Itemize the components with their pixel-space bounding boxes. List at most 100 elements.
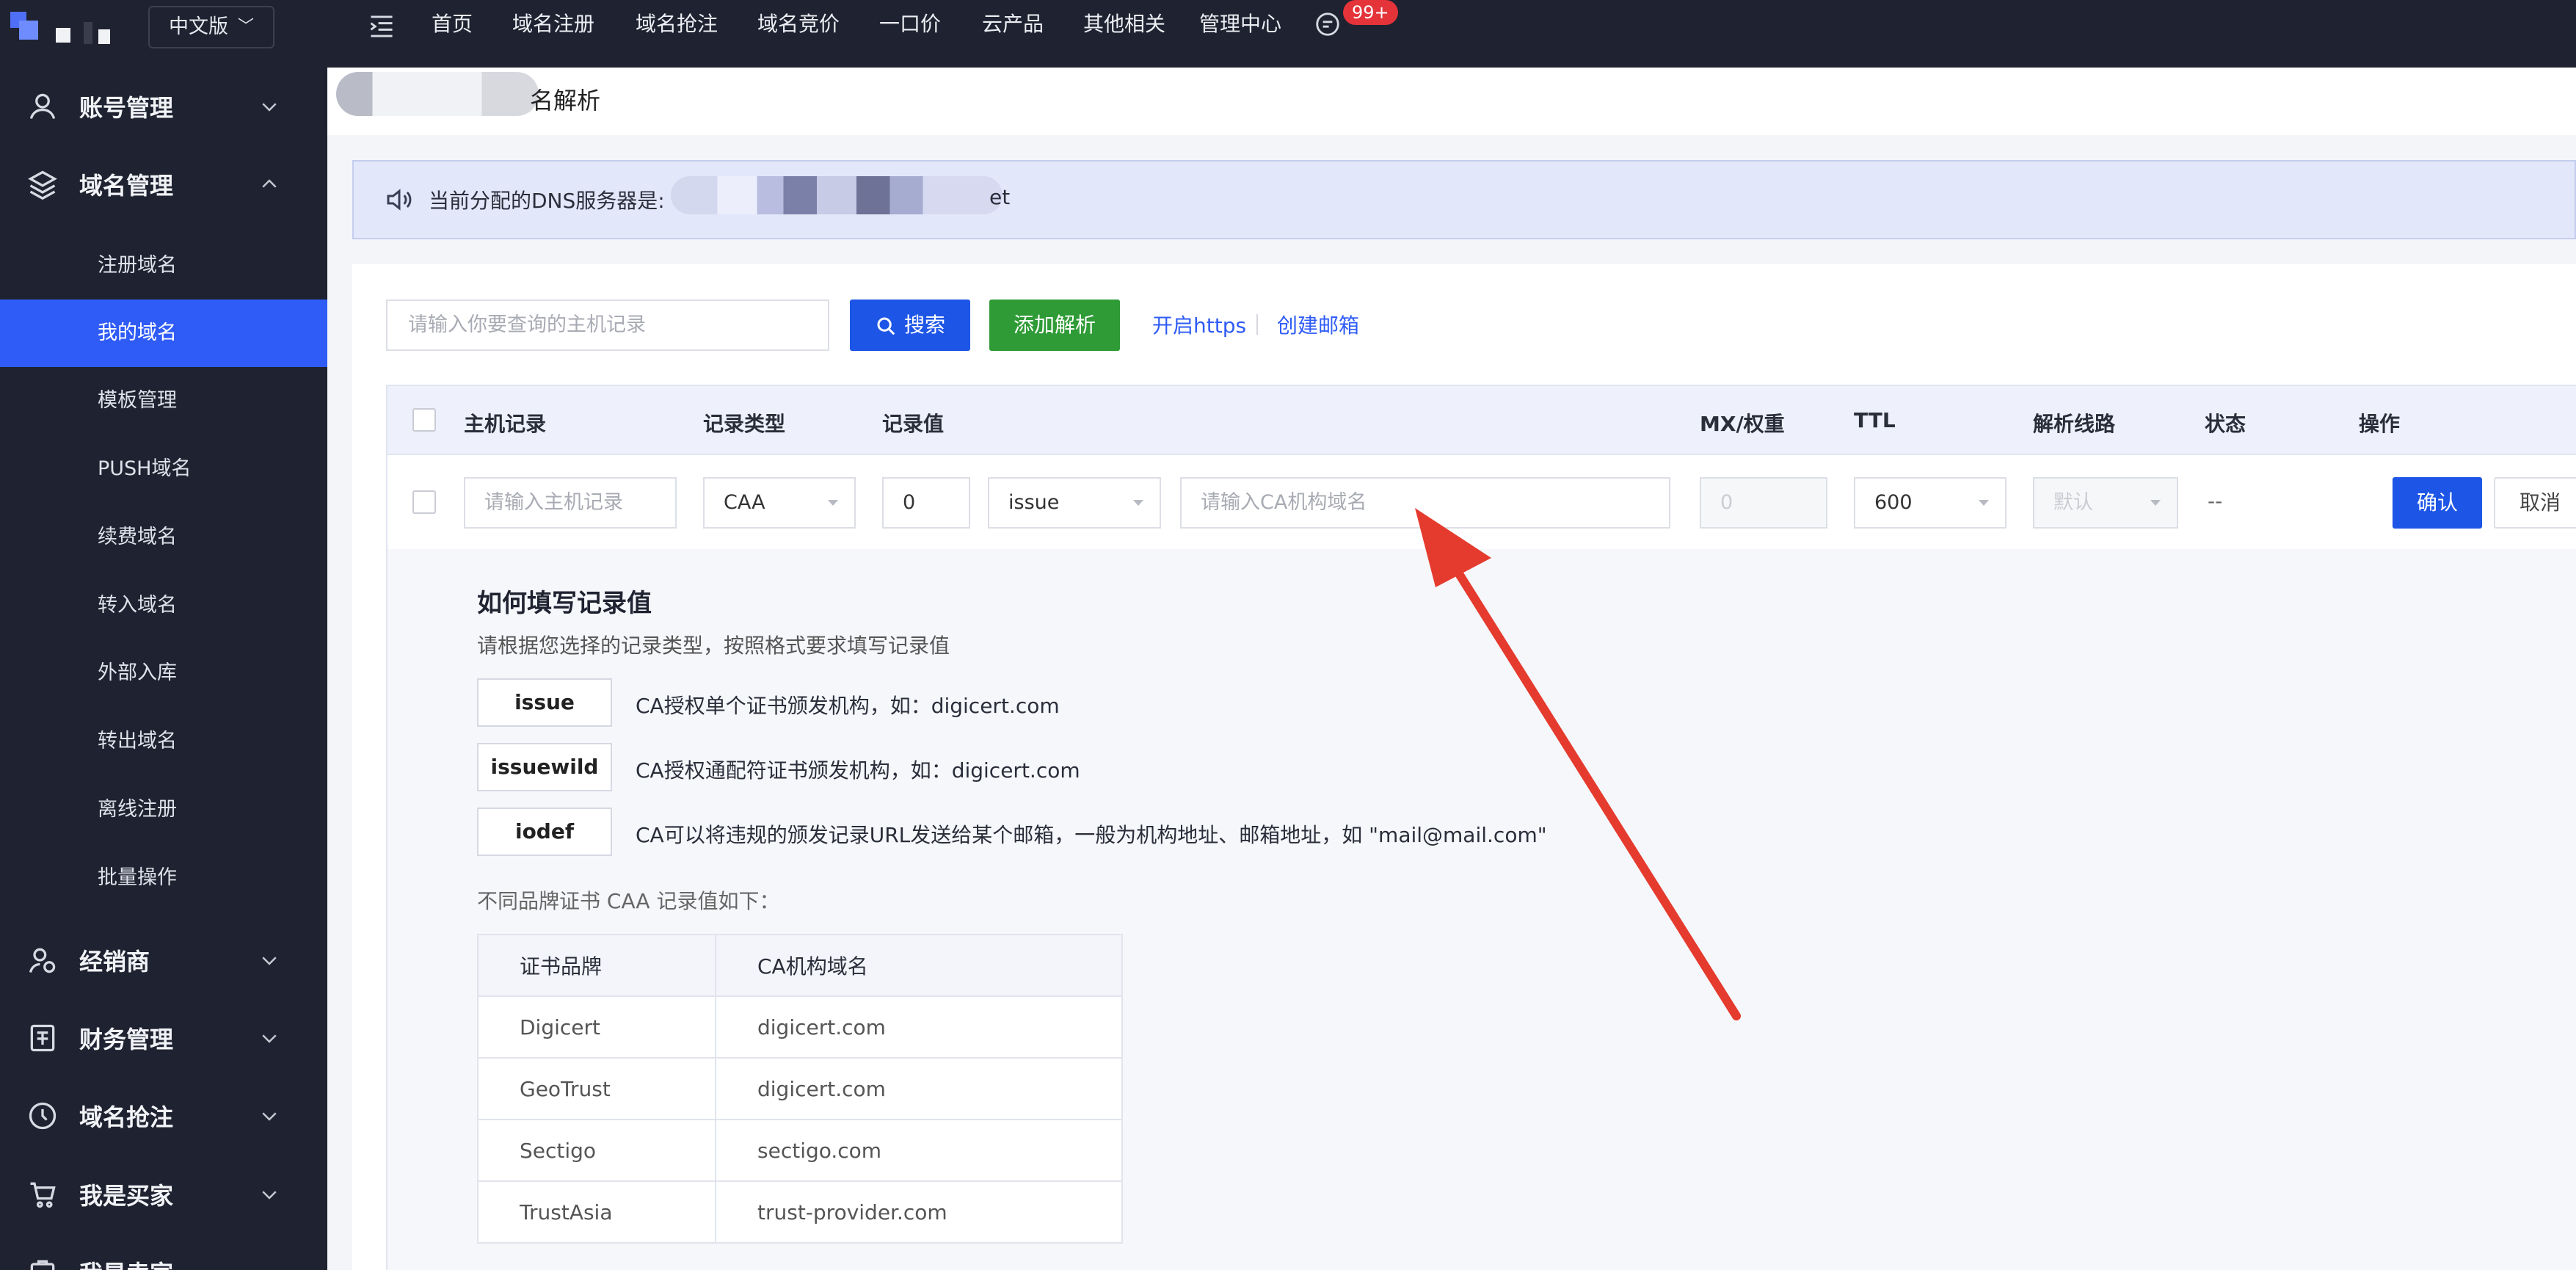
ttl-select[interactable]: 600 (1854, 477, 2006, 529)
main-content: 名解析 当前分配的DNS服务器是: et 请输入你要查询的主机记录 搜索 添加解… (327, 68, 2576, 1270)
sidebar-group-account[interactable]: 账号管理 (0, 68, 327, 145)
sidebar-group-label: 我是卖家 (79, 1255, 173, 1270)
sidebar-group-label: 账号管理 (79, 94, 174, 122)
clock-icon (29, 1102, 57, 1130)
nav-domain-backorder[interactable]: 域名抢注 (636, 0, 718, 51)
nav-cloud-products[interactable]: 云产品 (982, 0, 1044, 51)
row-checkbox[interactable] (412, 490, 436, 514)
sidebar-item-push-domain[interactable]: PUSH域名 (0, 435, 327, 503)
add-record-button[interactable]: 添加解析 (989, 300, 1120, 351)
sidebar-group-finance[interactable]: 财务管理 (0, 999, 327, 1077)
logo (10, 12, 110, 44)
col-status: 状态 (2205, 412, 2246, 436)
caa-flag-input[interactable]: 0 (882, 477, 970, 529)
host-search-input[interactable]: 请输入你要查询的主机记录 (386, 300, 829, 351)
chevron-down-icon (262, 1191, 277, 1200)
col-line: 解析线路 (2033, 412, 2116, 436)
record-type-select[interactable]: CAA (703, 477, 856, 529)
link-divider (1256, 314, 1258, 335)
dns-notice-suffix: et (989, 185, 1011, 209)
title-bar: 名解析 (327, 68, 2576, 135)
caret-down-icon (2150, 500, 2161, 506)
sidebar-group-domain[interactable]: 域名管理 (0, 145, 327, 223)
sidebar-item-renew-domain[interactable]: 续费域名 (0, 504, 327, 571)
dns-notice: 当前分配的DNS服务器是: et (352, 160, 2576, 239)
sidebar-item-transfer-in[interactable]: 转入域名 (0, 572, 327, 639)
brand-cell: Digicert (477, 995, 716, 1059)
col-ca-domain: CA机构域名 (715, 934, 1123, 997)
col-mx: MX/权重 (1700, 412, 1785, 436)
nav-domain-register[interactable]: 域名注册 (512, 0, 594, 51)
top-nav: 首页 域名注册 域名抢注 域名竞价 一口价 云产品 其他相关 管理中心 99+ (327, 0, 2576, 68)
search-button-label: 搜索 (903, 313, 945, 337)
tag-description: CA授权通配符证书颁发机构，如：digicert.com (636, 758, 1080, 783)
sidebar-item-templates[interactable]: 模板管理 (0, 367, 327, 435)
cancel-button[interactable]: 取消 (2494, 477, 2576, 529)
brand-cell: Sectigo (477, 1119, 716, 1182)
sidebar-item-batch-operations[interactable]: 批量操作 (0, 844, 327, 912)
host-record-input[interactable]: 请输入主机记录 (464, 477, 677, 529)
tag-description: CA授权单个证书颁发机构，如：digicert.com (636, 694, 1060, 718)
caa-tag-select[interactable]: issue (988, 477, 1161, 529)
message-icon[interactable] (1314, 10, 1342, 38)
nav-admin-center[interactable]: 管理中心 (1199, 0, 1281, 51)
ca-domain-input[interactable]: 请输入CA机构域名 (1180, 477, 1670, 529)
redacted-dns-server (671, 176, 1003, 214)
menu-collapse-icon[interactable] (368, 15, 395, 38)
brand-cell: TrustAsia (477, 1180, 716, 1244)
sidebar-item-offline-register[interactable]: 离线注册 (0, 776, 327, 843)
sidebar-item-register-domain[interactable]: 注册域名 (0, 232, 327, 300)
table-row: GeoTrust digicert.com (477, 1057, 1123, 1120)
sidebar-group-label: 经销商 (79, 948, 150, 976)
record-edit-row: 请输入主机记录 CAA 0 issue 请输入CA机构域名 0 600 默认 -… (386, 455, 2576, 549)
records-panel: 请输入你要查询的主机记录 搜索 添加解析 开启https 创建邮箱 主机记录 记… (352, 264, 2576, 1270)
tag-iodef: iodef (477, 808, 612, 856)
nav-domain-auction[interactable]: 域名竞价 (757, 0, 840, 51)
sidebar-item-my-domains[interactable]: 我的域名 (0, 300, 327, 367)
nav-home[interactable]: 首页 (432, 0, 473, 51)
select-all-checkbox[interactable] (412, 408, 436, 432)
col-actions: 操作 (2359, 412, 2401, 436)
line-select: 默认 (2033, 477, 2178, 529)
sidebar-item-external-import[interactable]: 外部入库 (0, 639, 327, 707)
table-header-row: 证书品牌 CA机构域名 (477, 934, 1123, 997)
nav-fixed-price[interactable]: 一口价 (879, 0, 941, 51)
col-type: 记录类型 (703, 412, 786, 436)
finance-icon (30, 1024, 55, 1052)
user-icon (29, 93, 56, 120)
ttl-value: 600 (1874, 491, 1913, 514)
chevron-down-icon (262, 103, 277, 112)
record-type-value: CAA (724, 491, 765, 514)
mx-weight-input: 0 (1700, 477, 1827, 529)
table-row: Digicert digicert.com (477, 995, 1123, 1059)
chevron-down-icon: ﹀ (237, 18, 254, 36)
sidebar-item-transfer-out[interactable]: 转出域名 (0, 708, 327, 775)
sidebar-group-buyer[interactable]: 我是买家 (0, 1155, 327, 1233)
caret-down-icon (828, 500, 838, 506)
brand-cell: GeoTrust (477, 1057, 716, 1120)
confirm-button[interactable]: 确认 (2393, 477, 2482, 529)
create-mailbox-link[interactable]: 创建邮箱 (1277, 310, 1359, 339)
sidebar-group-seller[interactable]: 我是卖家 (0, 1233, 327, 1270)
sidebar-group-backorder[interactable]: 域名抢注 (0, 1077, 327, 1155)
search-button[interactable]: 搜索 (850, 300, 970, 351)
notification-badge: 99+ (1343, 0, 1398, 25)
sidebar-group-label: 我是买家 (79, 1182, 174, 1210)
col-host: 主机记录 (464, 412, 547, 436)
nav-others[interactable]: 其他相关 (1083, 0, 1165, 51)
chevron-up-icon (262, 179, 277, 188)
language-label: 中文版 (169, 15, 228, 38)
chevron-down-icon (262, 957, 277, 965)
help-title: 如何填写记录值 (477, 589, 652, 618)
redacted-domain (336, 72, 539, 116)
ca-domain-cell: sectigo.com (715, 1119, 1123, 1182)
caret-down-icon (1133, 500, 1143, 506)
caret-down-icon (1979, 500, 1989, 506)
tag-description: CA可以将违规的颁发记录URL发送给某个邮箱，一般为机构地址、邮箱地址，如 "m… (636, 823, 1547, 847)
table-row: Sectigo sectigo.com (477, 1119, 1123, 1182)
language-select[interactable]: 中文版 ﹀ (148, 6, 274, 48)
enable-https-link[interactable]: 开启https (1152, 310, 1246, 339)
line-value: 默认 (2053, 491, 2093, 514)
sidebar-group-agent[interactable]: 经销商 (0, 921, 327, 999)
record-value-help: 如何填写记录值 请根据您选择的记录类型，按照格式要求填写记录值 issue CA… (386, 549, 2576, 1270)
